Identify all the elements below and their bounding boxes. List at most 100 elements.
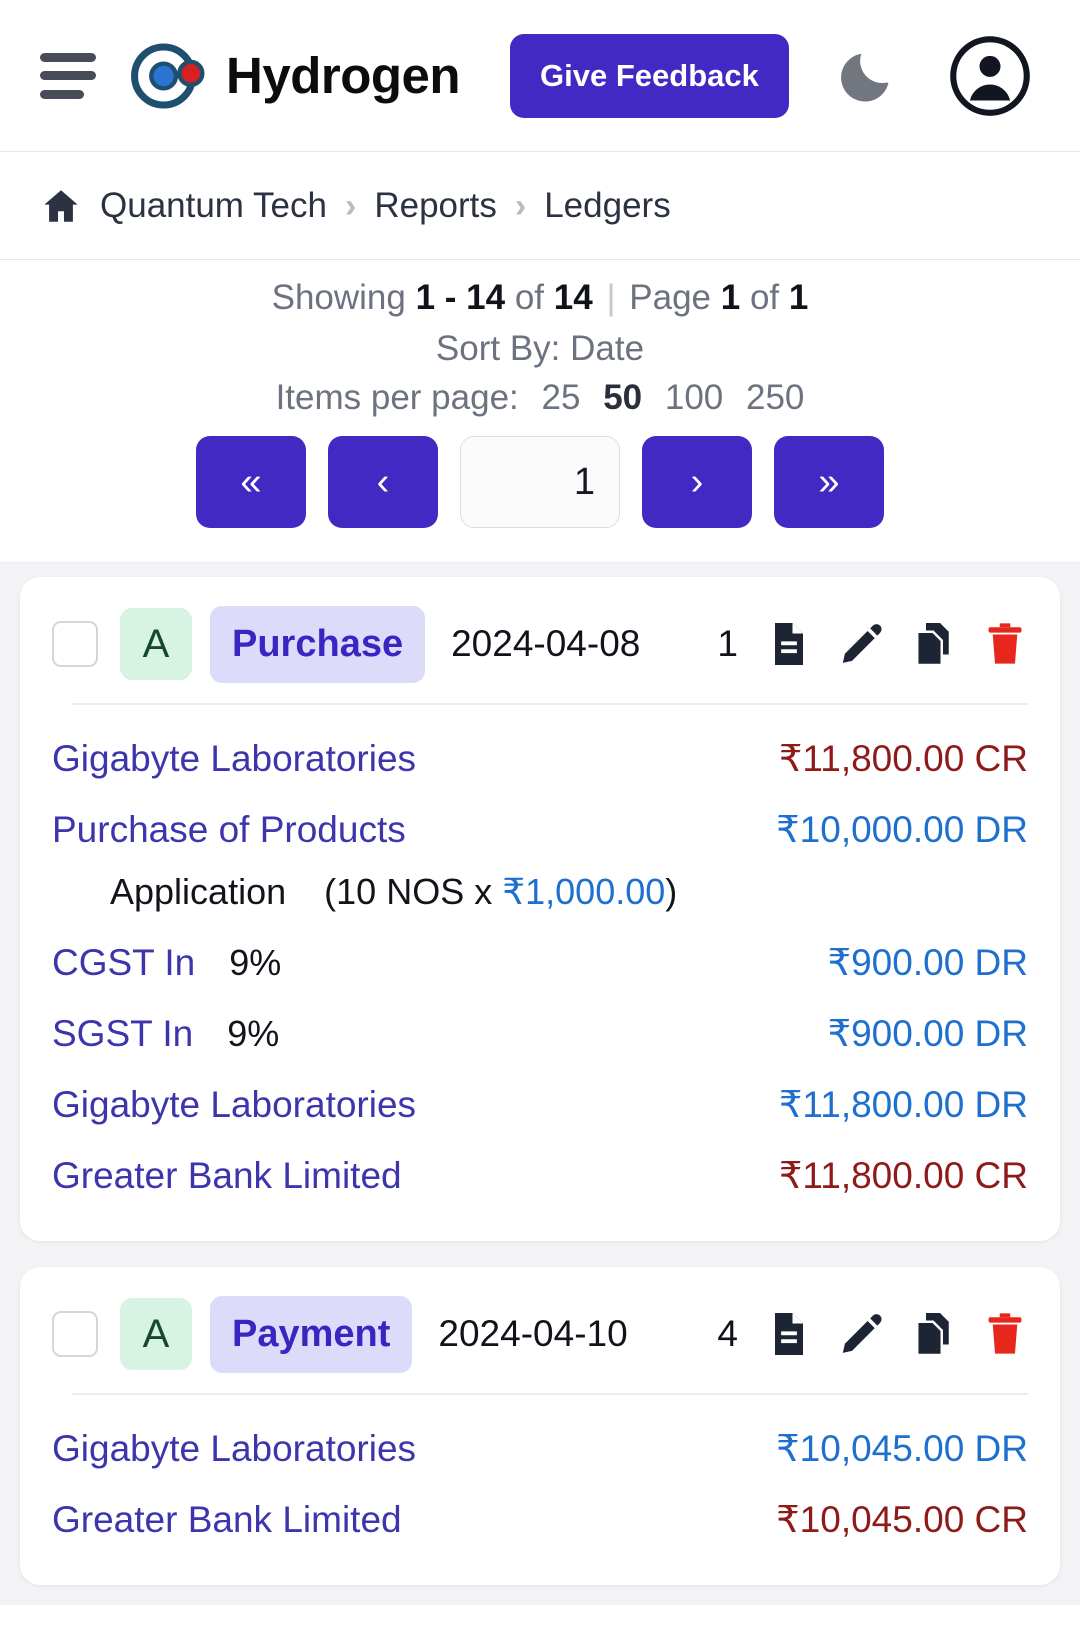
showing-range: 1 - 14 (415, 278, 506, 317)
ledger-amount: ₹10,000.00 DR (776, 809, 1028, 850)
item-close-paren: ) (665, 871, 678, 912)
copy-glyph (916, 623, 949, 667)
ledger-account-name[interactable]: Greater Bank Limited (52, 1499, 402, 1541)
ledger-entry-card[interactable]: A Payment 2024-04-10 4 Gigabyte Laborato… (20, 1267, 1060, 1585)
moon-glyph (840, 53, 889, 102)
showing-of-label: of (514, 278, 545, 317)
card-header: A Purchase 2024-04-08 1 (52, 603, 1028, 699)
ledger-account-name[interactable]: CGST In (52, 942, 195, 984)
ledger-amount: ₹900.00 DR (827, 1013, 1028, 1054)
ledger-line[interactable]: Greater Bank Limited ₹10,045.00 CR (52, 1484, 1028, 1555)
chevron-right-icon-1: › (345, 186, 357, 225)
account-circle-icon[interactable] (947, 33, 1033, 119)
status-badge: A (120, 608, 192, 680)
ledger-line[interactable]: SGST In 9% ₹900.00 DR (52, 998, 1028, 1069)
voucher-type-badge: Purchase (210, 605, 426, 683)
ledger-line[interactable]: Greater Bank Limited ₹11,800.00 CR (52, 1140, 1028, 1211)
edit-icon[interactable] (838, 619, 884, 669)
items-per-page-option-100[interactable]: 100 (665, 378, 723, 417)
ledger-entry-list: A Purchase 2024-04-08 1 Gigabyte Laborat… (0, 563, 1080, 1605)
voucher-type-badge: Payment (210, 1295, 413, 1373)
ledger-amount: ₹10,045.00 DR (776, 1428, 1028, 1469)
breadcrumb: Quantum Tech › Reports › Ledgers (0, 152, 1080, 260)
first-page-button[interactable]: « (196, 436, 306, 528)
entry-number: 1 (717, 623, 738, 664)
receipt-glyph (775, 1313, 803, 1355)
ledger-account-name[interactable]: SGST In (52, 1013, 193, 1055)
page-current: 1 (720, 278, 741, 317)
pagination-panel: Showing 1 - 14 of 14 | Page 1 of 1 Sort … (0, 260, 1080, 563)
brand-title: Hydrogen (226, 47, 461, 104)
hamburger-bar-3 (40, 89, 84, 99)
items-per-page: Items per page: 25 50 100 250 (0, 378, 1080, 418)
trash-glyph (988, 1313, 1022, 1354)
breadcrumb-item-ledgers[interactable]: Ledgers (544, 186, 670, 226)
copy-glyph (916, 1313, 949, 1357)
tax-rate: 9% (229, 942, 282, 983)
duplicate-icon[interactable] (910, 619, 956, 669)
items-per-page-option-50[interactable]: 50 (603, 378, 642, 417)
breadcrumb-item-quantum-tech[interactable]: Quantum Tech (100, 186, 327, 226)
ledger-line[interactable]: Gigabyte Laboratories ₹10,045.00 DR (52, 1413, 1028, 1484)
ledger-amount: ₹11,800.00 CR (778, 738, 1028, 779)
home-icon[interactable] (40, 185, 82, 227)
ledger-line[interactable]: Gigabyte Laboratories ₹11,800.00 CR (52, 723, 1028, 794)
delete-icon[interactable] (982, 619, 1028, 669)
breadcrumb-item-reports[interactable]: Reports (374, 186, 497, 226)
card-actions: 1 (717, 619, 1028, 669)
select-entry-checkbox[interactable] (52, 621, 98, 667)
items-per-page-option-250[interactable]: 250 (746, 378, 804, 417)
ledger-account-name[interactable]: Greater Bank Limited (52, 1155, 402, 1197)
account-glyph (950, 35, 1030, 116)
ledger-line[interactable]: Purchase of Products ₹10,000.00 DR (52, 794, 1028, 865)
ledger-amount: ₹900.00 DR (827, 942, 1028, 983)
give-feedback-button[interactable]: Give Feedback (510, 33, 789, 118)
next-page-button[interactable]: › (642, 436, 752, 528)
ledger-account-name[interactable]: Gigabyte Laboratories (52, 738, 416, 780)
select-entry-checkbox[interactable] (52, 1311, 98, 1357)
receipt-icon[interactable] (766, 1309, 812, 1359)
entry-date: 2024-04-10 (438, 1312, 628, 1354)
showing-label: Showing (271, 278, 406, 317)
ledger-entry-card[interactable]: A Purchase 2024-04-08 1 Gigabyte Laborat… (20, 577, 1060, 1241)
ledger-item-detail: Application (10 NOS x ₹1,000.00) (52, 865, 1028, 927)
chevron-right-icon-2: › (514, 186, 527, 225)
ledger-amount: ₹11,800.00 CR (778, 1155, 1028, 1196)
hamburger-icon[interactable] (40, 52, 96, 99)
duplicate-icon[interactable] (910, 1309, 956, 1359)
items-per-page-option-25[interactable]: 25 (542, 378, 581, 417)
tax-rate: 9% (227, 1013, 280, 1054)
card-separator (72, 703, 1028, 705)
last-page-button[interactable]: » (774, 436, 884, 528)
ledger-amount: ₹11,800.00 DR (778, 1084, 1028, 1125)
pencil-glyph (842, 624, 882, 663)
page-total: 1 (788, 278, 809, 317)
hydrogen-logo-icon (131, 42, 205, 109)
item-price: ₹1,000.00 (502, 871, 666, 912)
status-badge: A (120, 1298, 192, 1370)
hamburger-bar-1 (40, 52, 96, 62)
ledger-account-name[interactable]: Gigabyte Laboratories (52, 1428, 416, 1470)
ledger-line[interactable]: Gigabyte Laboratories ₹11,800.00 DR (52, 1069, 1028, 1140)
hamburger-bar-2 (40, 71, 96, 80)
edit-icon[interactable] (838, 1309, 884, 1359)
prev-page-button[interactable]: ‹ (328, 436, 438, 528)
card-separator (72, 1393, 1028, 1395)
item-name: Application (110, 871, 287, 912)
ledger-line[interactable]: CGST In 9% ₹900.00 DR (52, 927, 1028, 998)
sort-by-label[interactable]: Sort By: Date (0, 329, 1080, 369)
page-of-label: of (749, 278, 780, 317)
ledger-account-name[interactable]: Purchase of Products (52, 809, 406, 851)
moon-icon[interactable] (833, 43, 899, 109)
showing-summary: Showing 1 - 14 of 14 | Page 1 of 1 (0, 278, 1080, 318)
item-qty: (10 NOS x (324, 871, 503, 912)
entry-number: 4 (717, 1313, 738, 1354)
page-number-input[interactable] (460, 436, 620, 528)
delete-icon[interactable] (982, 1309, 1028, 1359)
page-label: Page (629, 278, 712, 317)
trash-glyph (988, 623, 1022, 664)
ledger-account-name[interactable]: Gigabyte Laboratories (52, 1084, 416, 1126)
receipt-icon[interactable] (766, 619, 812, 669)
top-app-bar: Hydrogen Give Feedback (0, 0, 1080, 152)
pagination-controls: « ‹ › » (0, 436, 1080, 528)
